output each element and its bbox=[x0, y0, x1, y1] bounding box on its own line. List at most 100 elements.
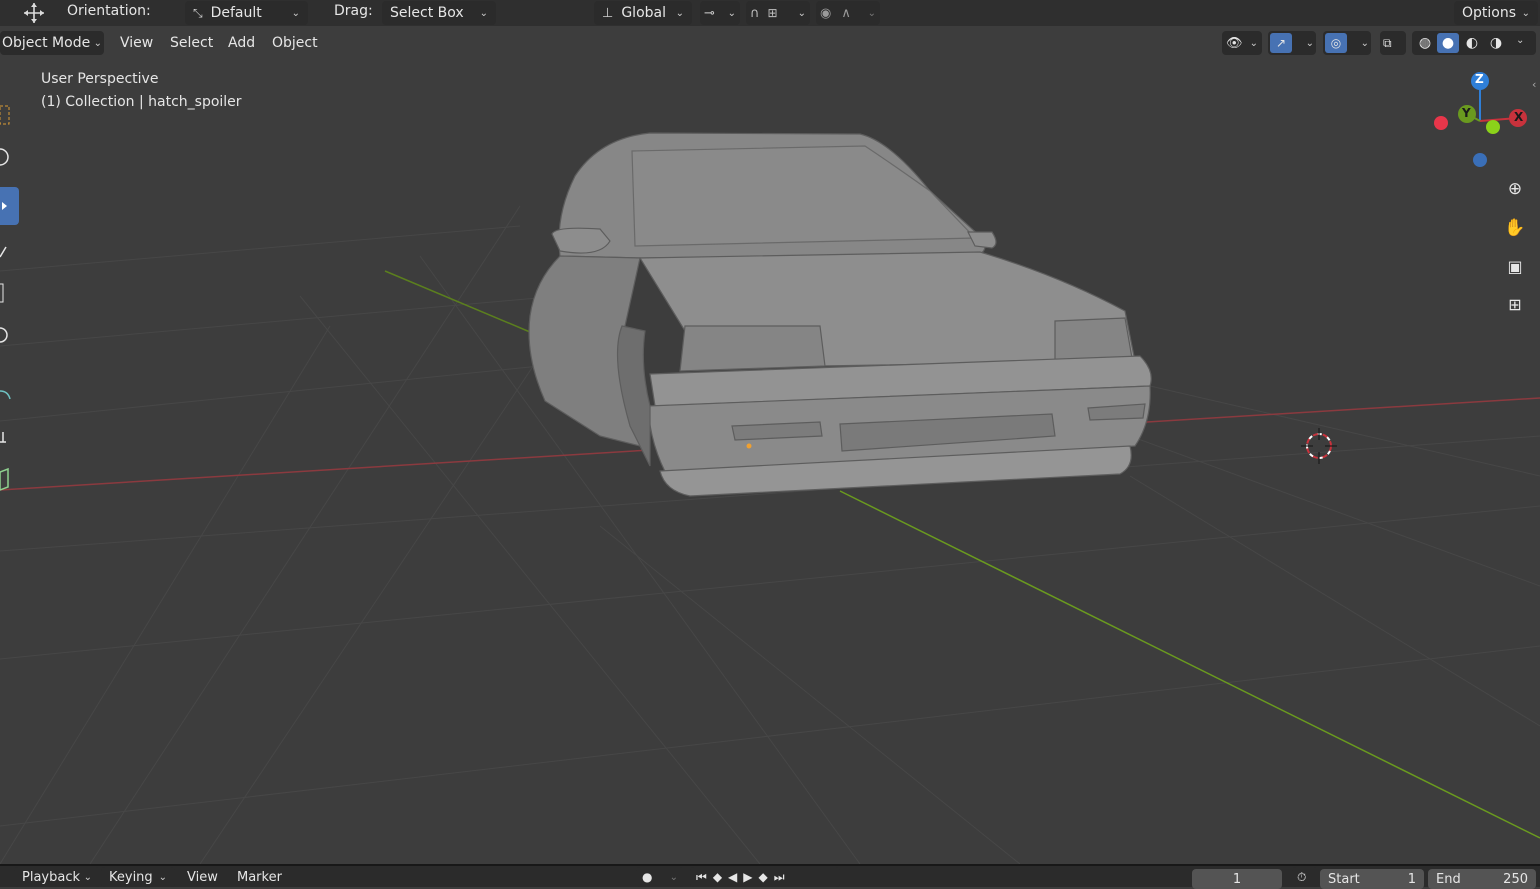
drag-dropdown[interactable]: Select Box ⌄ bbox=[382, 1, 496, 25]
chevron-down-icon: ⌄ bbox=[93, 37, 102, 49]
global-axes-icon: ⊥ bbox=[602, 5, 614, 21]
snap-magnet-icon[interactable]: ∩ bbox=[750, 6, 760, 21]
zoom-icon[interactable]: ⊕ bbox=[1500, 174, 1530, 204]
timeline-header: Playback ⌄ Keying ⌄ View Marker ● ⌄ ⏮ ◆ … bbox=[0, 864, 1540, 889]
menu-select[interactable]: Select bbox=[163, 31, 220, 55]
left-toolbar bbox=[0, 96, 19, 506]
drag-value: Select Box bbox=[390, 5, 464, 21]
rendered-shading-icon[interactable]: ◑ bbox=[1485, 33, 1507, 53]
end-label: End bbox=[1436, 871, 1461, 887]
cursor-icon[interactable] bbox=[0, 138, 19, 176]
select-box-icon[interactable] bbox=[0, 96, 19, 134]
playback-controls: ⏮ ◆ ◀ ▶ ◆ ⏭ bbox=[690, 867, 840, 887]
snap-group[interactable]: ∩ ⊞ ⌄ bbox=[746, 1, 810, 25]
y-axis-line bbox=[384, 270, 531, 333]
jump-start-icon[interactable]: ⏮ bbox=[696, 870, 713, 885]
chevron-down-icon: ⌄ bbox=[1521, 7, 1530, 19]
start-value: 1 bbox=[1407, 871, 1416, 887]
chevron-down-icon: ⌄ bbox=[727, 7, 736, 19]
keying-label: Keying bbox=[109, 869, 153, 885]
menu-add[interactable]: Add bbox=[221, 31, 262, 55]
car-model bbox=[528, 132, 1152, 497]
prev-keyframe-icon[interactable]: ◆ bbox=[713, 870, 728, 884]
transform-orientation-value: Global bbox=[621, 5, 666, 21]
transform-gizmo-icon[interactable] bbox=[20, 2, 48, 24]
view-name: User Perspective bbox=[41, 71, 159, 87]
auto-keying-toggle[interactable]: ● ⌄ bbox=[636, 867, 684, 887]
chevron-down-icon: ⌄ bbox=[797, 7, 806, 19]
viewport-scene bbox=[0, 132, 1540, 864]
end-frame-field[interactable]: End 250 bbox=[1428, 869, 1536, 889]
next-keyframe-icon[interactable]: ◆ bbox=[759, 870, 774, 884]
annotate-icon[interactable] bbox=[0, 376, 19, 414]
jump-end-icon[interactable]: ⏭ bbox=[774, 870, 791, 885]
3d-viewport[interactable]: Object Mode ⌄ View Select Add Object Use… bbox=[0, 26, 1540, 864]
shading-group: ◍ ● ◐ ◑ ⌄ bbox=[1412, 31, 1536, 55]
end-value: 250 bbox=[1503, 871, 1528, 887]
proportional-edit-group[interactable]: ◉ ∧ ⌄ bbox=[816, 1, 880, 25]
eye-icon: 👁 bbox=[1226, 35, 1243, 51]
scale-icon[interactable] bbox=[0, 274, 19, 312]
hand-icon[interactable]: ✋ bbox=[1500, 213, 1530, 243]
gizmo-x-label: X bbox=[1514, 110, 1524, 124]
playback-label: Playback bbox=[22, 869, 81, 885]
chevron-down-icon: ⌄ bbox=[1305, 37, 1314, 49]
chevron-down-icon: ⌄ bbox=[83, 871, 92, 883]
move-icon[interactable] bbox=[0, 187, 19, 225]
mode-value: Object Mode bbox=[2, 35, 91, 51]
play-icon[interactable]: ▶ bbox=[743, 870, 758, 884]
add-cube-icon[interactable] bbox=[0, 460, 19, 498]
drag-label: Drag: bbox=[334, 3, 373, 19]
timeline-view-menu[interactable]: View bbox=[187, 870, 218, 885]
chevron-down-icon: ⌄ bbox=[669, 871, 678, 883]
overlay-icon: ◎ bbox=[1325, 33, 1347, 53]
preview-range-toggle[interactable]: ⏱ bbox=[1292, 867, 1318, 887]
menu-object[interactable]: Object bbox=[265, 31, 325, 55]
chevron-down-icon[interactable]: ⌄ bbox=[1516, 35, 1524, 46]
play-reverse-icon[interactable]: ◀ bbox=[728, 870, 743, 884]
proportional-edit-icon[interactable]: ◉ bbox=[820, 6, 831, 21]
grid-icon[interactable]: ⊞ bbox=[1500, 289, 1530, 319]
pivot-point-dropdown[interactable]: ⊸ ⌄ bbox=[700, 1, 740, 25]
options-label: Options bbox=[1462, 5, 1517, 21]
snap-increment-icon[interactable]: ⊞ bbox=[768, 6, 778, 20]
chevron-down-icon: ⌄ bbox=[291, 7, 300, 19]
orientation-value: Default bbox=[210, 5, 262, 21]
material-shading-icon[interactable]: ◐ bbox=[1461, 33, 1483, 53]
chevron-down-icon: ⌄ bbox=[479, 7, 488, 19]
camera-icon[interactable]: ▣ bbox=[1500, 251, 1530, 281]
x-axis-line bbox=[1129, 397, 1540, 424]
solid-shading-icon[interactable]: ● bbox=[1437, 33, 1459, 53]
keying-dropdown[interactable]: Keying ⌄ bbox=[101, 867, 175, 887]
gizmo-y-label: Y bbox=[1462, 106, 1471, 120]
mode-dropdown[interactable]: Object Mode ⌄ bbox=[0, 31, 104, 55]
x-axis-line bbox=[0, 449, 651, 491]
clock-icon: ⏱ bbox=[1297, 869, 1307, 884]
options-dropdown[interactable]: Options ⌄ bbox=[1454, 1, 1538, 25]
orientation-dropdown[interactable]: ⤡ Default ⌄ bbox=[185, 1, 308, 25]
sidebar-toggle-icon[interactable]: ‹ bbox=[1532, 78, 1536, 91]
gizmo-z-label: Z bbox=[1475, 72, 1484, 86]
overlay-toggle[interactable]: ◎ ⌄ bbox=[1323, 31, 1371, 55]
rotate-icon[interactable] bbox=[0, 232, 19, 270]
playback-dropdown[interactable]: Playback ⌄ bbox=[14, 867, 100, 887]
start-frame-field[interactable]: Start 1 bbox=[1320, 869, 1424, 889]
chevron-down-icon: ⌄ bbox=[867, 7, 876, 19]
gizmo-neg-y-icon bbox=[1486, 120, 1500, 134]
transform-icon[interactable] bbox=[0, 316, 19, 354]
gizmo-toggle[interactable]: ↗ ⌄ bbox=[1268, 31, 1316, 55]
measure-icon[interactable] bbox=[0, 418, 19, 456]
gizmo-neg-x-icon bbox=[1434, 116, 1448, 130]
chevron-down-icon: ⌄ bbox=[1360, 37, 1369, 49]
menu-view[interactable]: View bbox=[113, 31, 160, 55]
transform-orientation-dropdown[interactable]: ⊥ Global ⌄ bbox=[594, 1, 692, 25]
current-frame-field[interactable]: 1 bbox=[1192, 869, 1282, 889]
falloff-icon[interactable]: ∧ bbox=[841, 6, 851, 21]
xray-icon: ⧉ bbox=[1383, 35, 1392, 50]
current-frame-value: 1 bbox=[1232, 871, 1242, 887]
xray-toggle[interactable]: ⧉ bbox=[1380, 31, 1406, 55]
visibility-dropdown[interactable]: 👁 ⌄ bbox=[1222, 31, 1262, 55]
wireframe-shading-icon[interactable]: ◍ bbox=[1414, 33, 1436, 53]
timeline-marker-menu[interactable]: Marker bbox=[237, 870, 282, 885]
header-bar: Orientation: ⤡ Default ⌄ Drag: Select Bo… bbox=[0, 0, 1540, 26]
